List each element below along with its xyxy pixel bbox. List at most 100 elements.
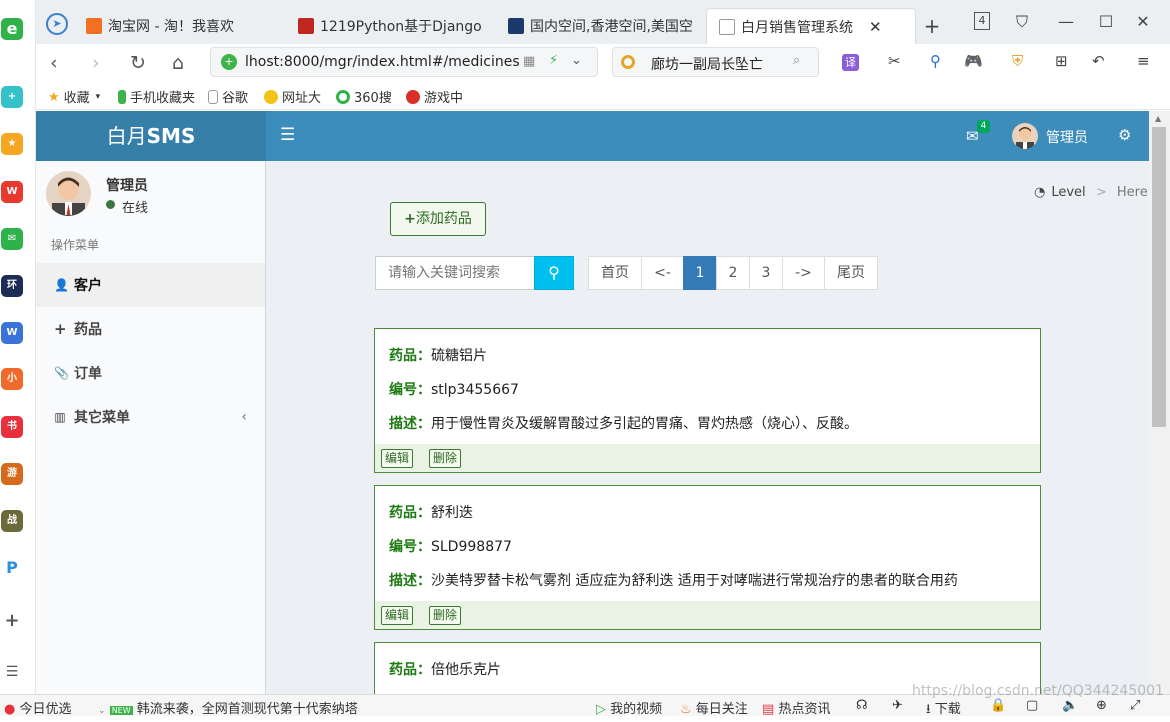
- translate-icon[interactable]: 译: [842, 54, 859, 71]
- scissors-icon[interactable]: ✂: [888, 52, 901, 70]
- page-prev[interactable]: <-: [641, 256, 684, 290]
- mail-icon[interactable]: ✉: [1, 228, 23, 250]
- sidebar-item-customers[interactable]: 👤 客户: [36, 263, 265, 307]
- maximize-icon[interactable]: ☐: [1096, 12, 1116, 31]
- forward-icon[interactable]: ›: [92, 52, 100, 74]
- url-text[interactable]: lhost:8000/mgr/index.html#/medicines: [245, 54, 520, 70]
- bookmark-360-search[interactable]: 360搜: [336, 87, 392, 106]
- search-icon[interactable]: ⌕: [793, 53, 800, 68]
- breadcrumb-level[interactable]: Level: [1051, 185, 1085, 200]
- rocket-icon[interactable]: ✈: [892, 698, 903, 713]
- close-window-icon[interactable]: ✕: [1133, 12, 1153, 31]
- scroll-up-icon[interactable]: ▲: [1155, 114, 1161, 123]
- xiaohongshu-icon[interactable]: 书: [1, 416, 23, 438]
- list-icon[interactable]: ☰: [1, 661, 23, 683]
- tab-django[interactable]: 1219Python基于Django: [298, 8, 496, 44]
- status-download[interactable]: ⭳ 下载: [926, 698, 961, 722]
- header-user-name[interactable]: 管理员: [1046, 127, 1088, 147]
- sidebar-toggle-icon[interactable]: ☰: [280, 125, 295, 145]
- search-input[interactable]: [375, 256, 535, 290]
- navigation-compass-icon[interactable]: ➤: [46, 13, 68, 35]
- weibo-icon[interactable]: W: [1, 181, 23, 203]
- delete-button[interactable]: 删除: [429, 449, 462, 468]
- delete-button[interactable]: 删除: [429, 606, 462, 625]
- shield-icon[interactable]: ⛨: [1012, 52, 1023, 70]
- lock-icon[interactable]: 🔒: [990, 698, 1006, 713]
- search-button[interactable]: ⚲: [534, 256, 574, 290]
- global-news-icon[interactable]: 环: [1, 275, 23, 297]
- page-3[interactable]: 3: [749, 256, 783, 290]
- bookmark-google[interactable]: 谷歌: [208, 87, 248, 106]
- shirt-icon[interactable]: ⛉: [1012, 12, 1032, 32]
- status-video[interactable]: ▷ 我的视频: [596, 698, 662, 717]
- phone-icon: [118, 89, 126, 104]
- ie-icon[interactable]: e: [1, 18, 23, 40]
- bookmark-label: 谷歌: [222, 91, 249, 106]
- add-medicine-button[interactable]: +添加药品: [390, 202, 486, 236]
- qr-icon[interactable]: ▦: [523, 54, 535, 69]
- window-icon[interactable]: ▢: [1026, 698, 1038, 713]
- medicine-desc-row: 描述：用于慢性胃炎及缓解胃酸过多引起的胃痛、胃灼热感（烧心）、反酸。: [389, 413, 858, 433]
- doc-icon[interactable]: W: [1, 322, 23, 344]
- status-follow[interactable]: ♨ 每日关注: [680, 698, 748, 717]
- lightning-icon[interactable]: ⚡: [549, 53, 558, 68]
- tab-count[interactable]: 4: [974, 12, 990, 30]
- sidebar-avatar: [46, 171, 91, 216]
- page-2[interactable]: 2: [716, 256, 750, 290]
- avatar[interactable]: [1012, 123, 1038, 149]
- game-icon[interactable]: 游: [1, 463, 23, 485]
- bookmark-games[interactable]: 游戏中: [406, 87, 463, 106]
- reload-icon[interactable]: ↻: [130, 52, 146, 74]
- bookmark-nav[interactable]: 网址大: [264, 87, 321, 106]
- sidebar-item-orders[interactable]: 📎 订单: [36, 351, 265, 395]
- chevron-down-icon[interactable]: ⌄: [571, 53, 582, 68]
- headset-icon[interactable]: ☊: [856, 698, 868, 713]
- undo-icon[interactable]: ↶: [1092, 52, 1105, 70]
- edit-button[interactable]: 编辑: [381, 449, 414, 468]
- bookmark-favorites[interactable]: ★ 收藏 ▾: [48, 87, 100, 107]
- sidebar: 管理员 在线 操作菜单 👤 客户 + 药品 📎 订单 ▥ 其它菜单 ‹: [36, 161, 266, 694]
- settings-gears-icon[interactable]: ⚙: [1118, 126, 1131, 144]
- magnifier-icon[interactable]: ⚲: [930, 52, 941, 70]
- address-bar[interactable]: + lhost:8000/mgr/index.html#/medicines ▦…: [210, 47, 598, 77]
- sidebar-item-other[interactable]: ▥ 其它菜单 ‹: [36, 395, 265, 439]
- new-tab-icon[interactable]: +: [922, 14, 942, 38]
- page-1[interactable]: 1: [683, 256, 717, 290]
- tab-sms[interactable]: 白月销售管理系统 ✕: [706, 8, 916, 44]
- app-logo[interactable]: 白月SMS: [36, 111, 266, 161]
- status-hot[interactable]: ▤ 热点资讯: [762, 698, 830, 717]
- bookmark-mobile[interactable]: 手机收藏夹: [118, 87, 195, 106]
- page-last[interactable]: 尾页: [824, 256, 878, 290]
- star-icon[interactable]: ★: [1, 133, 23, 155]
- home-icon[interactable]: ⌂: [172, 52, 184, 74]
- novel-icon[interactable]: 小: [1, 368, 23, 390]
- expand-icon[interactable]: ⤢: [1130, 698, 1140, 713]
- status-news[interactable]: ⌄ NEW 韩流来袭，全网首测现代第十代索纳塔: [98, 698, 358, 717]
- speaker-icon[interactable]: 🔈: [1062, 698, 1078, 713]
- search-text[interactable]: 廊坊一副局长坠亡: [651, 54, 763, 74]
- close-tab-icon[interactable]: ✕: [869, 18, 882, 36]
- grid-icon[interactable]: ⊞: [1055, 52, 1068, 70]
- zoom-icon[interactable]: ⊕: [1096, 698, 1107, 713]
- status-left[interactable]: ● 今日优选: [4, 698, 72, 717]
- news-icon: ▤: [762, 702, 775, 717]
- medical-cross-icon[interactable]: +: [1, 86, 23, 108]
- page-first[interactable]: 首页: [588, 256, 642, 290]
- minimize-icon[interactable]: —: [1056, 12, 1076, 31]
- breadcrumb-here: Here: [1116, 185, 1148, 200]
- back-icon[interactable]: ‹: [50, 52, 58, 74]
- game2-icon[interactable]: 战: [1, 510, 23, 532]
- menu-icon[interactable]: ≡: [1137, 52, 1150, 70]
- p-icon[interactable]: P: [1, 557, 23, 579]
- sidebar-item-medicines[interactable]: + 药品: [36, 307, 265, 351]
- tab-taobao[interactable]: 淘宝网 - 淘！我喜欢: [86, 8, 286, 44]
- download-icon: ⭳: [926, 702, 931, 717]
- page-next[interactable]: ->: [782, 256, 825, 290]
- page-scrollbar[interactable]: ▲: [1149, 111, 1170, 694]
- add-icon[interactable]: +: [1, 610, 23, 632]
- tab-idc[interactable]: 国内空间,香港空间,美国空: [508, 8, 704, 44]
- edit-button[interactable]: 编辑: [381, 606, 414, 625]
- search-bar[interactable]: 廊坊一副局长坠亡 ⌕: [612, 47, 819, 77]
- scrollbar-thumb[interactable]: [1152, 127, 1166, 427]
- gamepad-icon[interactable]: 🎮: [964, 52, 983, 70]
